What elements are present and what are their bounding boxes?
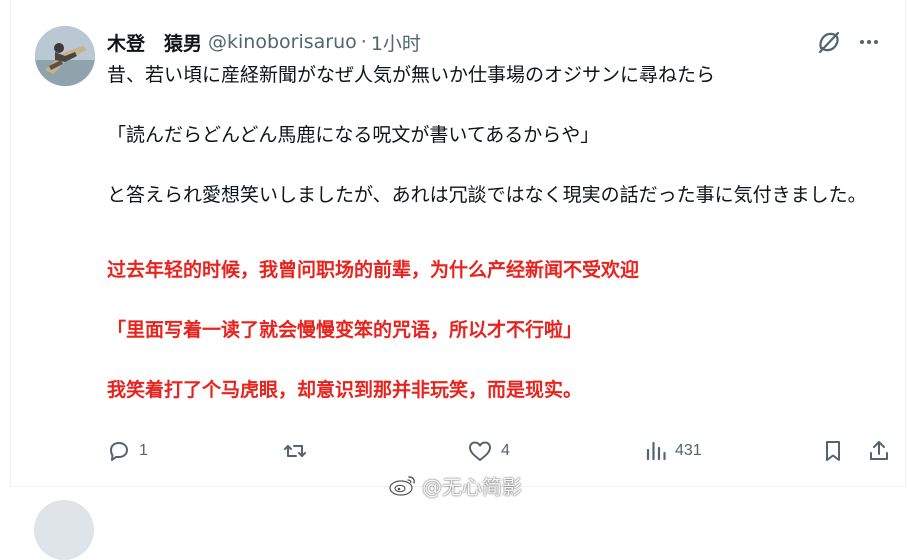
- watermark: @无心简影: [388, 470, 522, 500]
- retweet-button[interactable]: [283, 436, 315, 466]
- views-button[interactable]: 431: [645, 436, 702, 466]
- retweet-icon: [284, 445, 306, 457]
- like-button[interactable]: 4: [467, 436, 510, 466]
- views-icon: [646, 441, 666, 461]
- more-options-icon[interactable]: [855, 28, 883, 56]
- timestamp[interactable]: 1小时: [371, 29, 421, 56]
- bookmark-button[interactable]: [821, 436, 845, 466]
- like-count: 4: [501, 442, 510, 459]
- reply-count: 1: [139, 442, 148, 459]
- reply-button[interactable]: 1: [107, 436, 148, 466]
- share-icon: [870, 441, 888, 460]
- tweet-text: 昔、若い頃に産経新聞がなぜ人気が無いか仕事場のオジサンに尋ねたら 「読んだらどん…: [107, 60, 887, 210]
- share-button[interactable]: [867, 436, 891, 466]
- translation-line: 过去年轻的时候，我曾问职场的前辈，为什么产经新闻不受欢迎: [107, 259, 640, 281]
- action-bar: 1 4 431: [107, 436, 891, 466]
- tweet-paragraph: 「読んだらどんどん馬鹿になる呪文が書いてあるからや」: [107, 124, 600, 146]
- tweet-header: 木登 猿男 @kinoborisaruo · 1小时: [107, 28, 421, 56]
- grok-icon[interactable]: [815, 28, 843, 56]
- translation-line: 我笑着打了个马虎眼，却意识到那并非玩笑，而是现实。: [107, 379, 583, 401]
- display-name[interactable]: 木登 猿男: [107, 29, 202, 56]
- translation-line: 「里面写着一读了就会慢慢变笨的咒语，所以才不行啦」: [107, 319, 583, 341]
- avatar[interactable]: [35, 26, 95, 86]
- tweet[interactable]: 木登 猿男 @kinoborisaruo · 1小时 昔、若い頃に産経新聞がなぜ…: [10, 0, 906, 487]
- view-count: 431: [675, 442, 702, 459]
- weibo-icon: [389, 476, 415, 496]
- tweet-paragraph: と答えられ愛想笑いしましたが、あれは冗談ではなく現実の話だった事に気付きました。: [107, 184, 867, 206]
- separator-dot: ·: [360, 31, 367, 53]
- reply-icon: [110, 442, 128, 461]
- watermark-text: @无心简影: [422, 474, 522, 499]
- bookmark-icon: [826, 441, 840, 461]
- like-icon: [469, 441, 491, 461]
- user-handle[interactable]: @kinoborisaruo: [208, 31, 357, 53]
- next-tweet-avatar[interactable]: [34, 500, 94, 560]
- tweet-paragraph: 昔、若い頃に産経新聞がなぜ人気が無いか仕事場のオジサンに尋ねたら: [107, 64, 716, 86]
